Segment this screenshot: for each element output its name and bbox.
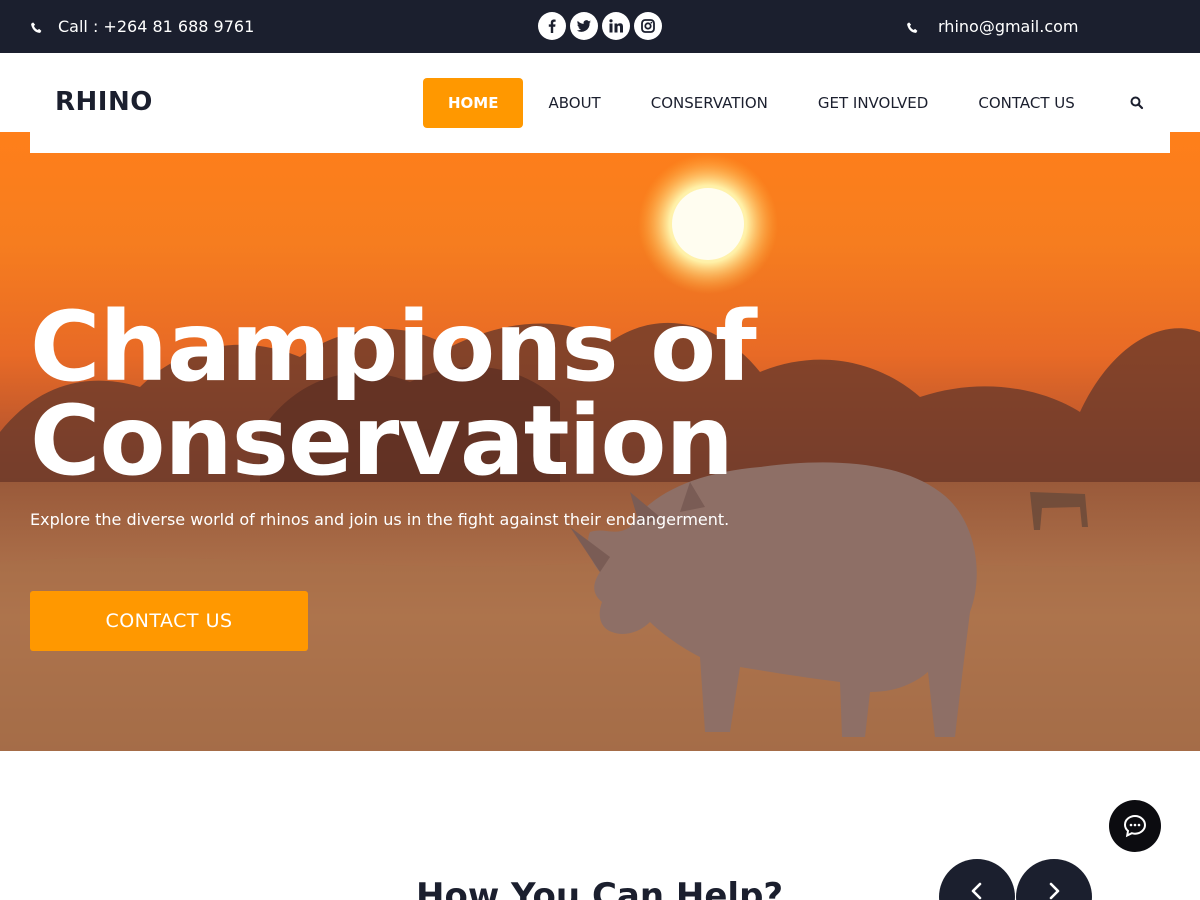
hero-subtitle: Explore the diverse world of rhinos and … (30, 510, 730, 529)
top-bar: Call : +264 81 688 9761 rhino@gmail.com (0, 0, 1200, 53)
linkedin-icon[interactable] (602, 12, 630, 40)
instagram-icon[interactable] (634, 12, 662, 40)
help-section-title: How You Can Help? (416, 876, 784, 900)
chevron-right-icon (1044, 881, 1064, 900)
chat-icon[interactable] (1109, 800, 1161, 852)
main-nav: HOME ABOUT CONSERVATION GET INVOLVED CON… (423, 78, 1100, 128)
twitter-icon[interactable] (570, 12, 598, 40)
hero-title-line-2: Conservation (30, 385, 734, 497)
hero-title: Champions of Conservation (30, 291, 757, 497)
site-logo[interactable]: RHINO (55, 87, 153, 117)
carousel-next-button[interactable] (1016, 859, 1092, 900)
email-contact[interactable]: rhino@gmail.com (906, 0, 1079, 53)
nav-item-get-involved[interactable]: GET INVOLVED (793, 78, 953, 128)
phone-icon (906, 20, 920, 34)
social-links (538, 12, 662, 40)
hero-section: Champions of Conservation Explore the di… (0, 132, 1200, 751)
hero-contact-button[interactable]: CONTACT US (30, 591, 308, 651)
facebook-icon[interactable] (538, 12, 566, 40)
phone-contact[interactable]: Call : +264 81 688 9761 (30, 0, 254, 53)
search-icon[interactable] (1128, 94, 1146, 112)
chevron-left-icon (967, 881, 987, 900)
hero-title-line-1: Champions of (30, 291, 757, 403)
email-text: rhino@gmail.com (938, 17, 1079, 36)
phone-icon (30, 20, 44, 34)
nav-item-conservation[interactable]: CONSERVATION (626, 78, 793, 128)
carousel-prev-button[interactable] (939, 859, 1015, 900)
site-header: RHINO HOME ABOUT CONSERVATION GET INVOLV… (30, 53, 1170, 153)
phone-text: Call : +264 81 688 9761 (58, 17, 255, 36)
nav-item-about[interactable]: ABOUT (523, 78, 625, 128)
nav-item-contact-us[interactable]: CONTACT US (953, 78, 1099, 128)
nav-item-home[interactable]: HOME (423, 78, 524, 128)
